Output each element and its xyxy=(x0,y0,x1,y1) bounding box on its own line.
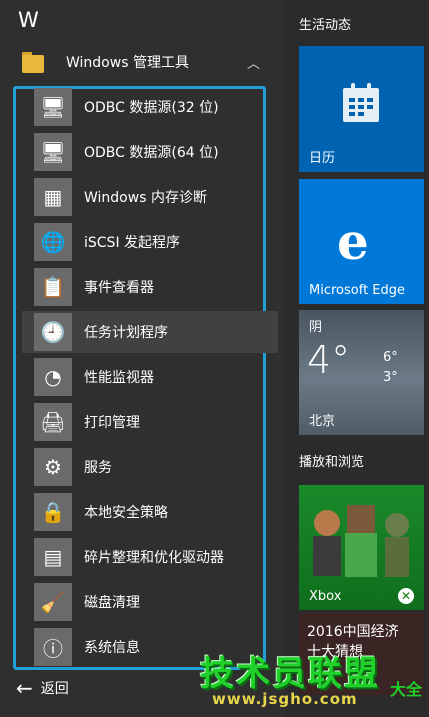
event-viewer-icon: 📋 xyxy=(34,268,72,306)
app-item-label: 事件查看器 xyxy=(84,280,154,296)
gauge-icon: ◔ xyxy=(34,358,72,396)
edge-icon: e xyxy=(337,212,369,271)
disk-cleanup-icon: 🧹 xyxy=(34,583,72,621)
edge-tile[interactable]: e Microsoft Edge xyxy=(299,179,424,304)
xbox-avatars-art xyxy=(313,505,409,577)
app-item-label: 性能监视器 xyxy=(84,370,154,386)
app-list-panel: W Windows 管理工具 ︿ 🖥 ODBC 数据源(32 位) 🖥 ODBC… xyxy=(0,0,285,717)
iscsi-globe-icon: 🌐 xyxy=(34,223,72,261)
weather-city: 北京 xyxy=(309,414,336,429)
app-item-label: 打印管理 xyxy=(84,415,140,431)
section-title-play: 播放和浏览 xyxy=(299,455,365,470)
app-item-label: ODBC 数据源(64 位) xyxy=(84,145,219,161)
gears-icon: ⚙ xyxy=(34,448,72,486)
app-item-odbc-64[interactable]: 🖥 ODBC 数据源(64 位) xyxy=(22,131,270,173)
weather-temperature: 4° xyxy=(307,338,351,382)
tile-label: Xbox xyxy=(309,589,342,604)
watermark-title: 技术员联盟 xyxy=(200,654,380,694)
app-item-services[interactable]: ⚙ 服务 xyxy=(22,446,270,488)
odbc-icon: 🖥 xyxy=(34,88,72,126)
app-item-disk-cleanup[interactable]: 🧹 磁盘清理 xyxy=(22,581,270,623)
app-item-label: 碎片整理和优化驱动器 xyxy=(84,550,224,566)
app-item-memory-diagnostic[interactable]: ▦ Windows 内存诊断 xyxy=(22,176,270,218)
app-item-print-management[interactable]: 🖨 打印管理 xyxy=(22,401,270,443)
printer-icon: 🖨 xyxy=(34,403,72,441)
news-headline-line1: 2016中国经济 xyxy=(307,624,399,640)
defrag-icon: ▤ xyxy=(34,538,72,576)
calendar-tile[interactable]: 日历 xyxy=(299,46,424,172)
xbox-tile[interactable]: Xbox ✕ xyxy=(299,485,424,610)
tile-label: 日历 xyxy=(309,151,336,166)
folder-icon xyxy=(22,50,46,74)
clock-icon: 🕘 xyxy=(34,313,72,351)
app-item-event-viewer[interactable]: 📋 事件查看器 xyxy=(22,266,270,308)
app-item-label: ODBC 数据源(32 位) xyxy=(84,100,219,116)
tile-label: Microsoft Edge xyxy=(309,283,406,298)
weather-low: 3° xyxy=(383,370,398,385)
app-item-odbc-32[interactable]: 🖥 ODBC 数据源(32 位) xyxy=(22,86,270,128)
app-item-label: 系统信息 xyxy=(84,640,140,656)
weather-condition: 阴 xyxy=(309,320,323,335)
xbox-logo-icon: ✕ xyxy=(398,588,414,604)
app-item-label: 本地安全策略 xyxy=(84,505,168,521)
app-item-label: 服务 xyxy=(84,460,112,476)
group-letter[interactable]: W xyxy=(18,8,39,32)
back-label: 返回 xyxy=(40,681,69,697)
app-item-task-scheduler[interactable]: 🕘 任务计划程序 xyxy=(22,311,278,353)
app-item-defrag[interactable]: ▤ 碎片整理和优化驱动器 xyxy=(22,536,270,578)
chevron-up-icon[interactable]: ︿ xyxy=(247,53,260,72)
back-button[interactable]: ← 返回 xyxy=(16,676,69,700)
app-item-local-security-policy[interactable]: 🔒 本地安全策略 xyxy=(22,491,270,533)
app-item-label: 任务计划程序 xyxy=(84,325,168,341)
windows-admin-tools-folder[interactable]: Windows 管理工具 ︿ xyxy=(14,44,278,80)
watermark-suffix: 大全 xyxy=(390,680,423,699)
app-item-performance-monitor[interactable]: ◔ 性能监视器 xyxy=(22,356,270,398)
watermark-url: www.jsgho.com xyxy=(212,690,358,708)
arrow-left-icon: ← xyxy=(16,676,33,700)
weather-high: 6° xyxy=(383,350,398,365)
folder-label: Windows 管理工具 xyxy=(66,55,189,71)
memory-diagnostic-icon: ▦ xyxy=(34,178,72,216)
security-policy-icon: 🔒 xyxy=(34,493,72,531)
weather-tile[interactable]: 阴 4° 6° 3° 北京 xyxy=(299,310,424,435)
system-info-icon: ⓘ xyxy=(34,628,72,666)
odbc-icon: 🖥 xyxy=(34,133,72,171)
calendar-icon xyxy=(343,83,379,122)
section-title-life: 生活动态 xyxy=(299,18,352,33)
app-item-label: 磁盘清理 xyxy=(84,595,140,611)
app-item-label: iSCSI 发起程序 xyxy=(84,235,181,251)
app-item-iscsi[interactable]: 🌐 iSCSI 发起程序 xyxy=(22,221,270,263)
app-item-label: Windows 内存诊断 xyxy=(84,190,207,206)
